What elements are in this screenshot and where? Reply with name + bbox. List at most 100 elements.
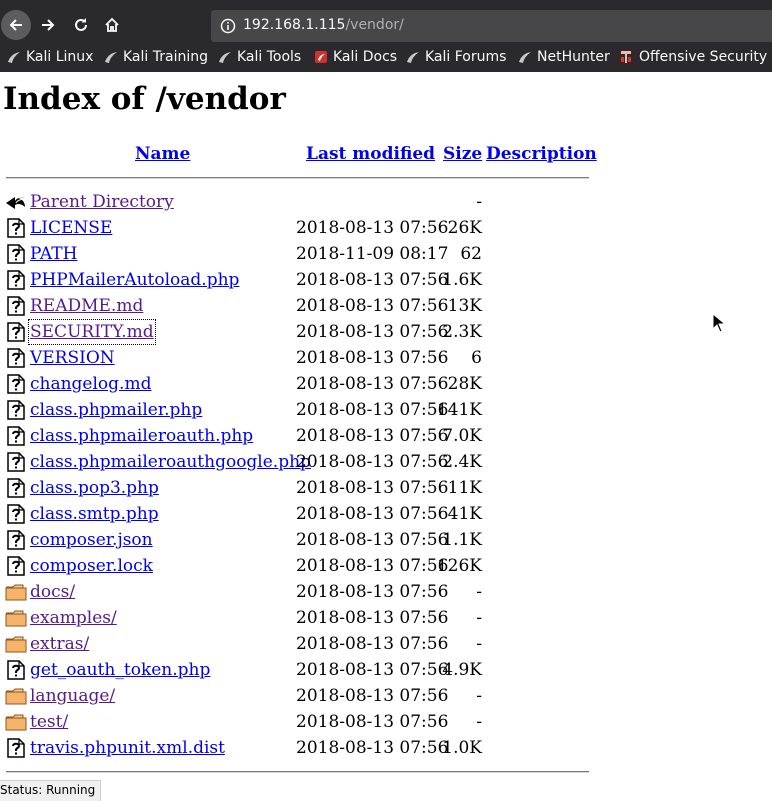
forward-arrow-icon <box>42 19 55 31</box>
home-button[interactable] <box>97 10 127 40</box>
back-button[interactable] <box>1 10 31 40</box>
unknown-file-icon <box>5 348 27 368</box>
file-size: 2.4K <box>442 452 482 472</box>
file-size: - <box>476 192 482 212</box>
file-size: - <box>476 686 482 706</box>
unknown-file-icon <box>5 556 27 576</box>
column-header-name[interactable]: Name <box>135 143 190 165</box>
last-modified: 2018-08-13 07:56 <box>296 374 449 394</box>
last-modified: 2018-08-13 07:56 <box>296 608 449 628</box>
file-link[interactable]: test/ <box>30 711 68 733</box>
folder-icon <box>5 686 27 706</box>
unknown-file-icon <box>5 244 27 264</box>
file-size: 141K <box>436 400 482 420</box>
file-link[interactable]: get_oauth_token.php <box>30 659 210 681</box>
address-bar[interactable]: 192.168.1.115/vendor/ <box>211 10 772 42</box>
file-link[interactable]: PHPMailerAutoload.php <box>30 269 239 291</box>
kali-dragon-icon <box>219 52 231 63</box>
file-size: 41K <box>447 504 482 524</box>
table-row: LICENSE 2018-08-13 07:56 26K <box>0 215 600 241</box>
last-modified: 2018-08-13 07:56 <box>296 270 449 290</box>
file-link[interactable]: PATH <box>30 243 77 265</box>
url-text: 192.168.1.115/vendor/ <box>243 17 404 33</box>
table-row: test/2018-08-13 07:56 - <box>0 709 600 735</box>
column-header-last-modified[interactable]: Last modified <box>306 143 435 165</box>
file-size: 2.3K <box>442 322 482 342</box>
file-link[interactable]: docs/ <box>30 581 75 603</box>
last-modified: 2018-08-13 07:56 <box>296 660 449 680</box>
last-modified: 2018-08-13 07:56 <box>296 634 449 654</box>
unknown-file-icon <box>5 660 27 680</box>
bookmark-label: Kali Training <box>123 49 208 65</box>
unknown-file-icon <box>5 426 27 446</box>
unknown-file-icon <box>5 530 27 550</box>
table-row: extras/2018-08-13 07:56 - <box>0 631 600 657</box>
last-modified: 2018-08-13 07:56 <box>296 504 449 524</box>
file-size: 1.0K <box>442 738 482 758</box>
bookmark-offensive-security[interactable]: Offensive Security <box>618 49 767 65</box>
last-modified: 2018-08-13 07:56 <box>296 348 449 368</box>
file-link[interactable]: SECURITY.md <box>28 319 156 345</box>
bookmark-kali-docs[interactable]: Kali Docs <box>314 49 397 65</box>
info-icon[interactable] <box>220 18 236 34</box>
unknown-file-icon <box>5 218 27 238</box>
last-modified: 2018-08-13 07:56 <box>296 426 449 446</box>
bookmark-label: Offensive Security <box>639 49 768 65</box>
kali-docs-icon <box>315 51 327 63</box>
file-link[interactable]: class.pop3.php <box>30 477 159 499</box>
bookmark-nethunter[interactable]: NetHunter <box>518 49 610 65</box>
file-size: 1.1K <box>442 530 482 550</box>
last-modified: 2018-08-13 07:56 <box>296 738 449 758</box>
file-link[interactable]: Parent Directory <box>30 191 174 213</box>
folder-icon <box>5 582 27 602</box>
bookmark-kali-training[interactable]: Kali Training <box>104 49 208 65</box>
file-link[interactable]: class.phpmaileroauth.php <box>30 425 253 447</box>
file-link[interactable]: composer.json <box>30 529 153 551</box>
table-row: PHPMailerAutoload.php 2018-08-13 07:56 1.6… <box>0 267 600 293</box>
file-link[interactable]: composer.lock <box>30 555 153 577</box>
back-arrow-icon <box>5 192 27 212</box>
file-link[interactable]: travis.phpunit.xml.dist <box>30 737 225 759</box>
last-modified: 2018-08-13 07:56 <box>296 400 449 420</box>
table-row: README.md 2018-08-13 07:56 13K <box>0 293 600 319</box>
unknown-file-icon <box>5 374 27 394</box>
file-size: - <box>476 608 482 628</box>
file-link[interactable]: changelog.md <box>30 373 151 395</box>
status-bar: Status: Running <box>0 780 102 801</box>
file-link[interactable]: class.phpmaileroauthgoogle.php <box>30 451 311 473</box>
file-size: 11K <box>447 478 482 498</box>
file-link[interactable]: README.md <box>30 295 143 317</box>
table-row: class.phpmailer.php 2018-08-13 07:56 141K <box>0 397 600 423</box>
file-size: 126K <box>436 556 482 576</box>
bookmark-kali-forums[interactable]: Kali Forums <box>406 49 506 65</box>
bookmark-kali-linux[interactable]: Kali Linux <box>7 49 93 65</box>
last-modified: 2018-08-13 07:56 <box>296 712 449 732</box>
reload-button[interactable] <box>66 10 96 40</box>
file-size: - <box>476 582 482 602</box>
kali-dragon-icon <box>407 52 419 63</box>
table-row: docs/2018-08-13 07:56 - <box>0 579 600 605</box>
file-link[interactable]: extras/ <box>30 633 89 655</box>
file-link[interactable]: examples/ <box>30 607 117 629</box>
footer-divider <box>6 771 589 773</box>
unknown-file-icon <box>5 322 27 342</box>
browser-toolbar: 192.168.1.115/vendor/ Kali Linux Kali Tr… <box>0 0 772 72</box>
forward-button[interactable] <box>33 10 63 40</box>
last-modified: 2018-08-13 07:56 <box>296 556 449 576</box>
file-link[interactable]: LICENSE <box>30 217 112 239</box>
file-link[interactable]: language/ <box>30 685 115 707</box>
table-row: language/2018-08-13 07:56 - <box>0 683 600 709</box>
unknown-file-icon <box>5 504 27 524</box>
file-link[interactable]: class.phpmailer.php <box>30 399 202 421</box>
home-icon <box>105 17 119 32</box>
table-row: class.phpmaileroauthgoogle.php 2018-08-13… <box>0 449 600 475</box>
bookmark-kali-tools[interactable]: Kali Tools <box>218 49 301 65</box>
column-header-description[interactable]: Description <box>486 143 597 165</box>
column-header-size[interactable]: Size <box>443 143 482 165</box>
bookmarks-toolbar: Kali Linux Kali Training Kali Tools Kali… <box>0 46 772 70</box>
table-row: class.pop3.php 2018-08-13 07:56 11K <box>0 475 600 501</box>
file-link[interactable]: class.smtp.php <box>30 503 159 525</box>
file-link[interactable]: VERSION <box>30 347 115 369</box>
table-row: composer.lock 2018-08-13 07:56 126K <box>0 553 600 579</box>
table-row: VERSION 2018-08-13 07:56 6 <box>0 345 600 371</box>
